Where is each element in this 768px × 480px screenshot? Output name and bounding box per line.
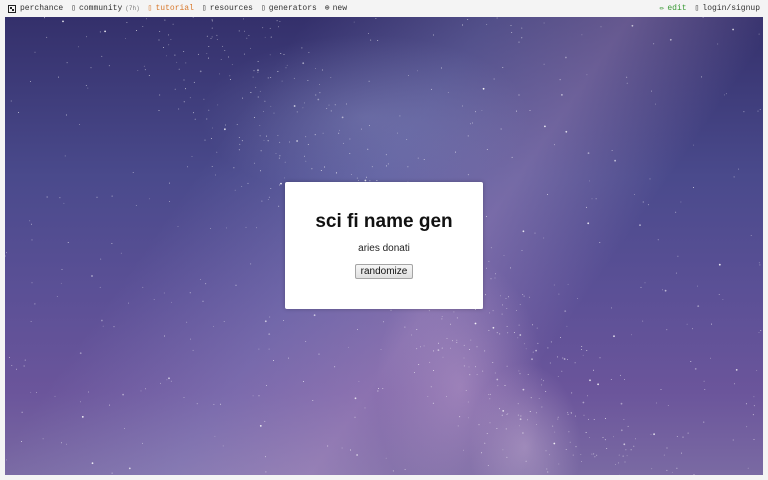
nav-edit-label: edit	[667, 4, 687, 13]
community-badge: (7h)	[125, 5, 140, 12]
nav-tutorial-label: tutorial	[155, 4, 194, 13]
nav-generators-label: generators	[268, 4, 317, 13]
nav-community-link[interactable]: ▯ community (7h)	[71, 4, 139, 13]
nav-left-group: perchance ▯ community (7h) ▯ tutorial ▯ …	[0, 0, 355, 17]
chat-icon: ▯	[71, 3, 77, 13]
book-icon: ▯	[147, 3, 153, 13]
nav-perchance-label: perchance	[20, 4, 64, 13]
nav-generators-link[interactable]: ▯ generators	[261, 4, 317, 13]
randomize-button[interactable]: randomize	[354, 264, 414, 279]
nav-perchance-link[interactable]: perchance	[8, 4, 63, 13]
generator-title: sci fi name gen	[315, 211, 453, 232]
user-icon: ▯	[694, 3, 700, 13]
nav-login-label: login/signup	[702, 4, 760, 13]
dice-icon	[8, 4, 16, 13]
nav-community-label: community	[79, 4, 123, 13]
nav-tutorial-link[interactable]: ▯ tutorial	[148, 4, 194, 13]
link-icon: ▯	[201, 3, 207, 13]
plus-circle-icon: ⊕	[324, 3, 330, 13]
generator-output: aries donati	[358, 243, 410, 254]
nav-new-link[interactable]: ⊕ new	[325, 4, 347, 13]
grid-icon: ▯	[260, 3, 266, 13]
nav-edit-link[interactable]: ✏ edit	[660, 4, 687, 13]
top-nav-bar: perchance ▯ community (7h) ▯ tutorial ▯ …	[0, 0, 768, 17]
nav-new-label: new	[332, 4, 348, 13]
generator-card: sci fi name gen aries donati randomize	[285, 182, 483, 309]
starfield-background: sci fi name gen aries donati randomize	[5, 17, 763, 475]
nav-login-link[interactable]: ▯ login/signup	[695, 4, 760, 13]
nav-resources-link[interactable]: ▯ resources	[202, 4, 253, 13]
nav-right-group: ✏ edit ▯ login/signup	[652, 0, 768, 17]
nav-resources-label: resources	[209, 4, 253, 13]
pencil-icon: ✏	[659, 3, 665, 13]
